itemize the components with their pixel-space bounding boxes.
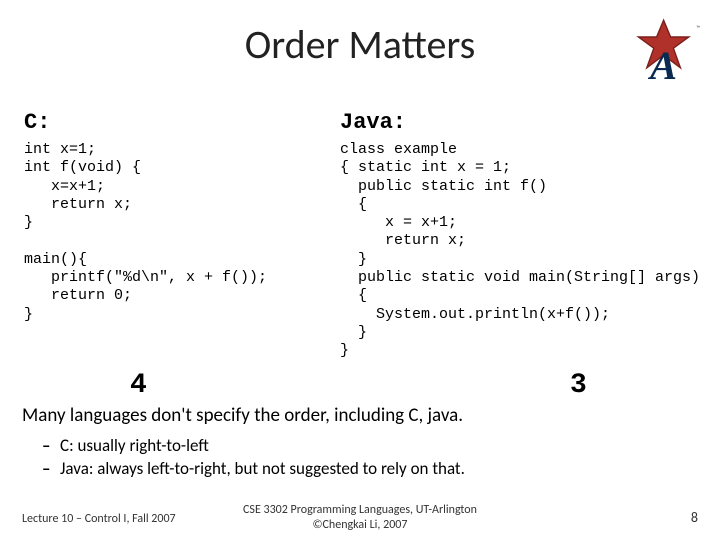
footer-center: CSE 3302 Programming Languages, UT-Arlin…	[0, 503, 720, 532]
c-result: 4	[130, 370, 147, 401]
slide-number: 8	[691, 509, 698, 526]
body-line: Many languages don't specify the order, …	[22, 404, 698, 428]
c-heading: C:	[24, 110, 354, 135]
bullet-list: C: usually right-to-left Java: always le…	[22, 434, 698, 481]
body-text: Many languages don't specify the order, …	[22, 404, 698, 480]
java-heading: Java:	[340, 110, 710, 135]
logo-svg: A ™	[630, 16, 700, 86]
java-result: 3	[570, 370, 587, 401]
university-logo: A ™	[630, 16, 700, 86]
slide: Order Matters A ™ C: int x=1; int f(void…	[0, 0, 720, 540]
bullet-item: Java: always left-to-right, but not sugg…	[60, 457, 698, 480]
trademark-icon: ™	[697, 24, 701, 32]
logo-letter: A	[647, 43, 677, 86]
c-column: C: int x=1; int f(void) { x=x+1; return …	[24, 110, 354, 324]
footer-center-line1: CSE 3302 Programming Languages, UT-Arlin…	[0, 503, 720, 517]
java-code-block: class example { static int x = 1; public…	[340, 141, 710, 361]
c-code-block: int x=1; int f(void) { x=x+1; return x; …	[24, 141, 354, 324]
java-column: Java: class example { static int x = 1; …	[340, 110, 710, 361]
footer-center-line2: ©Chengkai Li, 2007	[0, 518, 720, 532]
bullet-item: C: usually right-to-left	[60, 434, 698, 457]
slide-title: Order Matters	[0, 20, 720, 69]
